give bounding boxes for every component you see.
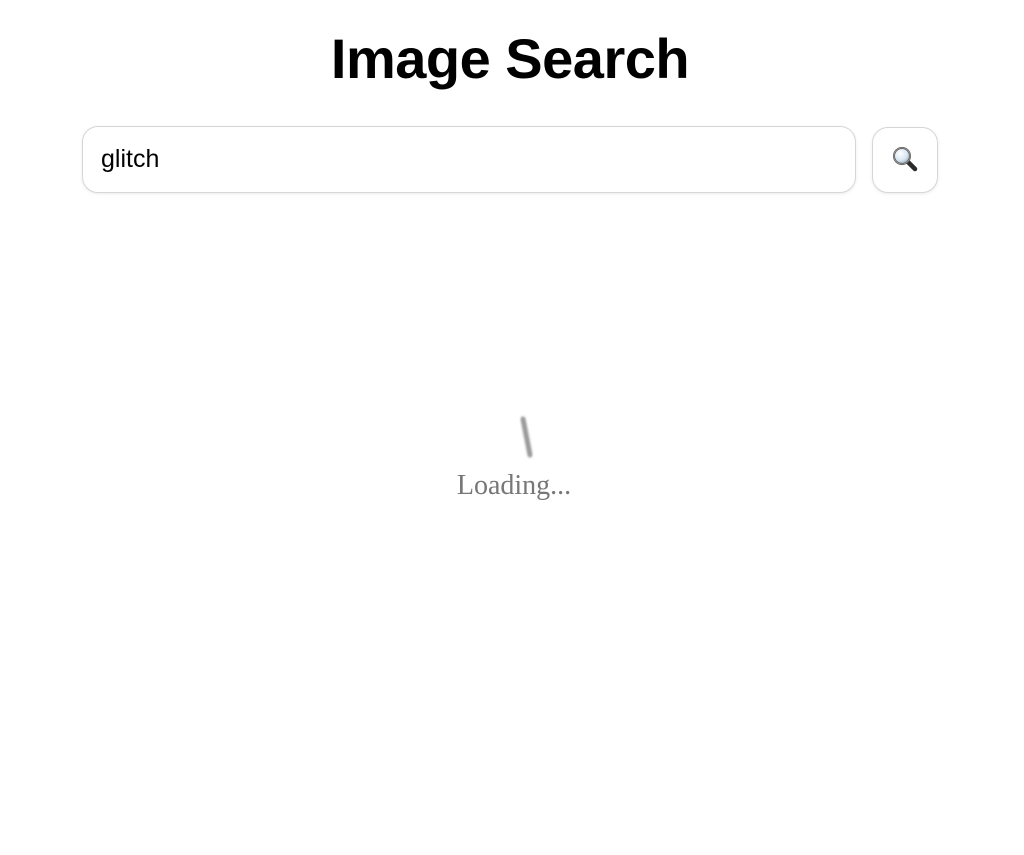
search-icon [891,145,919,176]
search-bar [82,126,938,193]
search-input[interactable] [82,126,856,193]
page-title: Image Search [330,27,690,90]
loading-text: Loading... [456,470,572,501]
loading-indicator: Loading... [0,408,1024,508]
search-button[interactable] [872,127,938,193]
spinner-icon [513,412,553,462]
